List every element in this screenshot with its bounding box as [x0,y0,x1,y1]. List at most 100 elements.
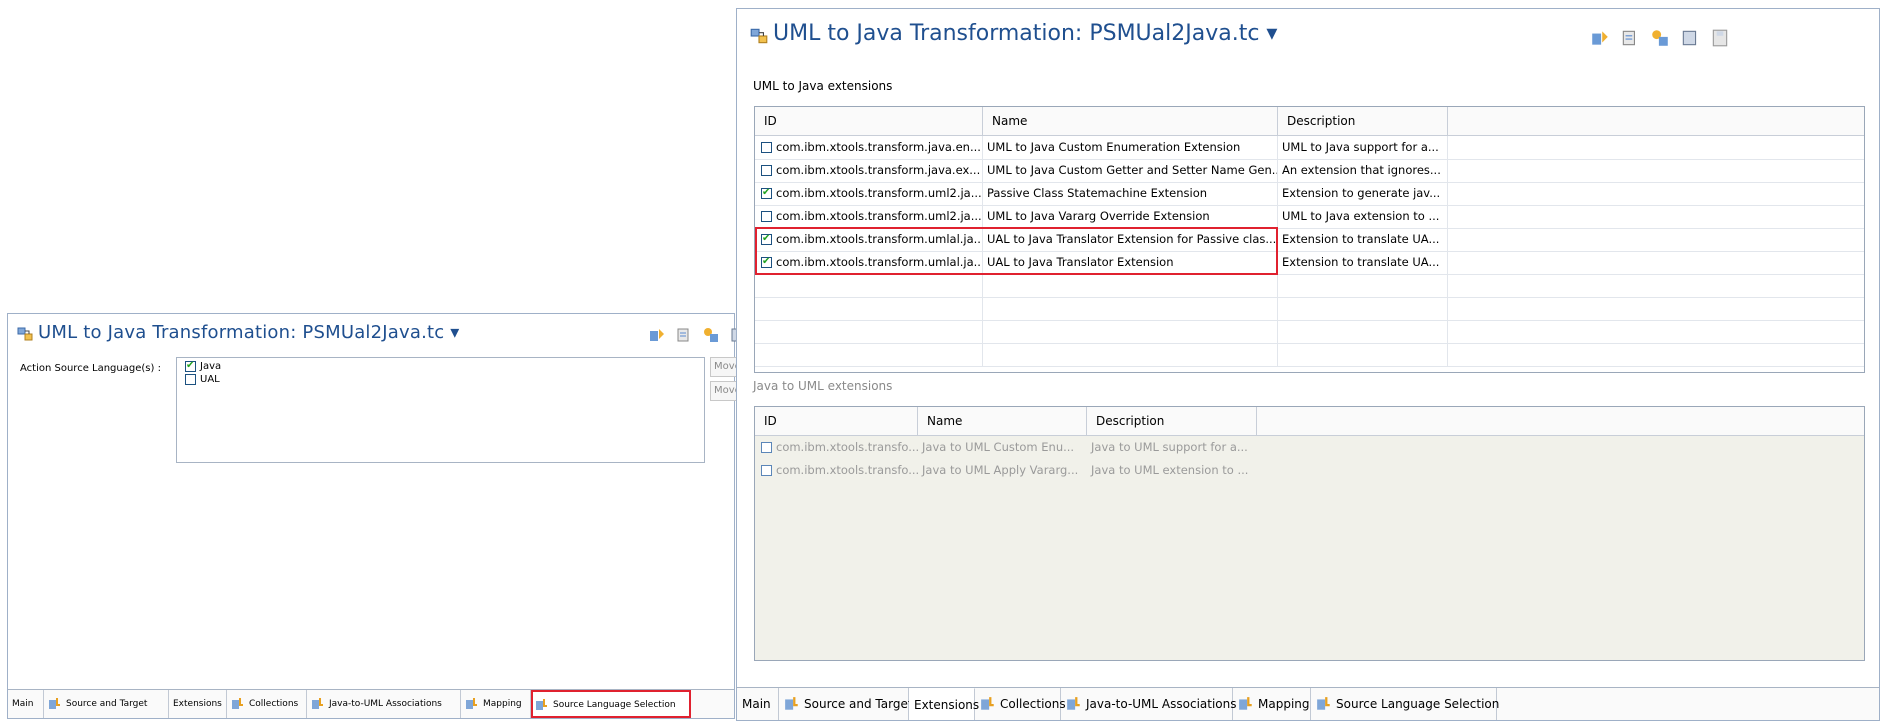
tab-mapping[interactable]: Mapping [1233,688,1311,720]
table-row[interactable]: com.ibm.xtools.transform.umlal.ja... UAL… [755,251,1864,275]
table-row-empty [755,343,1864,367]
editor-tab-bar: Main Source and Target Extensions Collec… [8,689,734,718]
validate-icon[interactable] [702,326,720,344]
editor-title-bar: UML to Java Transformation: PSMUal2Java.… [737,9,1879,61]
tab-label: Source Language Selection [553,699,676,710]
row-checkbox[interactable] [761,211,772,222]
tab-main[interactable]: Main [737,688,779,720]
row-id: com.ibm.xtools.transform.uml2.ja... [776,186,982,200]
row-checkbox[interactable] [761,442,772,453]
uml-to-java-extensions-table[interactable]: ID Name Description com.ibm.xtools.trans… [754,106,1865,373]
table-row[interactable]: com.ibm.xtools.transform.java.en... UML … [755,136,1864,160]
reverse-transform-icon[interactable] [675,326,693,344]
tab-label: Mapping [483,699,522,709]
tab-collections[interactable]: Collections [227,690,307,718]
tab-label: Source Language Selection [1336,697,1500,711]
tab-label: Main [12,699,34,709]
tab-label: Collections [1000,697,1066,711]
tab-extensions[interactable]: Extensions [909,688,979,720]
column-header-id[interactable]: ID [755,407,918,435]
tab-label: Java-to-UML Associations [329,699,442,709]
java-to-uml-extensions-table[interactable]: ID Name Description com.ibm.xtools.trans… [754,406,1865,661]
tab-source-and-target[interactable]: Source and Target [44,690,169,718]
save-icon[interactable] [1710,28,1730,48]
table-row[interactable]: com.ibm.xtools.transfo... Java to UML Cu… [755,436,1864,459]
language-item-ual[interactable]: UAL [185,374,220,385]
tab-page-icon [1066,696,1082,712]
tab-page-icon [48,697,62,711]
language-item-java[interactable]: Java [185,359,222,372]
table-row[interactable]: com.ibm.xtools.transform.umlal.ja... UAL… [755,228,1864,252]
tab-java-to-uml-associations[interactable]: Java-to-UML Associations [1061,688,1237,720]
row-id: com.ibm.xtools.transform.umlal.ja... [776,232,983,246]
editor-title[interactable]: UML to Java Transformation: PSMUal2Java.… [38,322,460,343]
row-name: UML to Java Custom Enumeration Extension [983,136,1278,159]
row-checkbox[interactable] [761,165,772,176]
tab-mapping[interactable]: Mapping [461,690,531,718]
language-label: Java [200,361,222,372]
ual-checkbox[interactable] [185,374,196,385]
reverse-transform-icon[interactable] [1620,28,1640,48]
table-row-empty [755,297,1864,321]
table-row-empty [755,274,1864,298]
row-description: An extension that ignores... [1278,159,1448,182]
configure-icon[interactable] [1680,28,1700,48]
editor-toolbar [1590,28,1730,48]
row-id: com.ibm.xtools.transform.umlal.ja... [776,255,983,269]
row-checkbox[interactable] [761,142,772,153]
validate-icon[interactable] [1650,28,1670,48]
table-header: ID Name Description [755,407,1864,436]
column-header-id[interactable]: ID [755,107,983,135]
row-name: Java to UML Apply Vararg... [922,463,1079,477]
table-row[interactable]: com.ibm.xtools.transform.java.ex... UML … [755,159,1864,183]
row-id: com.ibm.xtools.transform.java.ex... [776,163,981,177]
run-transform-icon[interactable] [1590,28,1610,48]
tab-java-to-uml-associations[interactable]: Java-to-UML Associations [307,690,461,718]
tab-page-icon [311,697,325,711]
tab-source-language-selection[interactable]: Source Language Selection [531,690,691,718]
row-description: UML to Java support for a... [1278,136,1448,159]
tab-label: Source and Target [66,699,148,709]
row-checkbox[interactable] [761,255,772,268]
tab-page-icon [535,698,549,712]
tab-label: Java-to-UML Associations [1086,697,1237,711]
column-header-description[interactable]: Description [1278,107,1448,135]
row-checkbox[interactable] [761,465,772,476]
tab-source-language-selection[interactable]: Source Language Selection [1311,688,1500,720]
run-transform-icon[interactable] [648,326,666,344]
tab-main[interactable]: Main [8,690,44,718]
row-description: Extension to generate jav... [1278,182,1448,205]
tab-label: Mapping [1258,697,1310,711]
language-list[interactable]: Java UAL [176,357,705,463]
row-description: Java to UML support for a... [1091,440,1248,454]
table-row-empty [755,320,1864,344]
tab-page-icon [980,696,996,712]
tab-page-icon [1316,696,1332,712]
row-description: Java to UML extension to ... [1091,463,1249,477]
column-header-description[interactable]: Description [1087,407,1257,435]
table-row[interactable]: com.ibm.xtools.transfo... Java to UML Ap… [755,459,1864,482]
java-checkbox[interactable] [185,359,196,372]
row-name: UML to Java Vararg Override Extension [983,205,1278,228]
row-id: com.ibm.xtools.transfo... [776,440,918,454]
tab-source-and-target[interactable]: Source and Target [779,688,913,720]
tab-extensions[interactable]: Extensions [169,690,227,718]
row-id: com.ibm.xtools.transfo... [776,463,918,477]
table-row[interactable]: com.ibm.xtools.transform.uml2.ja... Pass… [755,182,1864,206]
row-checkbox[interactable] [761,186,772,199]
row-name: Passive Class Statemachine Extension [983,182,1278,205]
table-header: ID Name Description [755,107,1864,136]
transform-config-icon [16,325,34,343]
tab-label: Source and Target [804,697,913,711]
column-header-name[interactable]: Name [983,107,1278,135]
uml-to-java-extensions-label: UML to Java extensions [753,79,893,93]
tab-collections[interactable]: Collections [975,688,1066,720]
editor-title[interactable]: UML to Java Transformation: PSMUal2Java.… [773,21,1277,46]
row-name: Java to UML Custom Enu... [922,440,1075,454]
tab-label: Extensions [173,699,222,709]
column-header-name[interactable]: Name [918,407,1087,435]
editor-tab-bar: Main Source and Target Extensions Collec… [737,687,1879,720]
row-id: com.ibm.xtools.transform.uml2.ja... [776,209,982,223]
row-checkbox[interactable] [761,232,772,245]
table-row[interactable]: com.ibm.xtools.transform.uml2.ja... UML … [755,205,1864,229]
